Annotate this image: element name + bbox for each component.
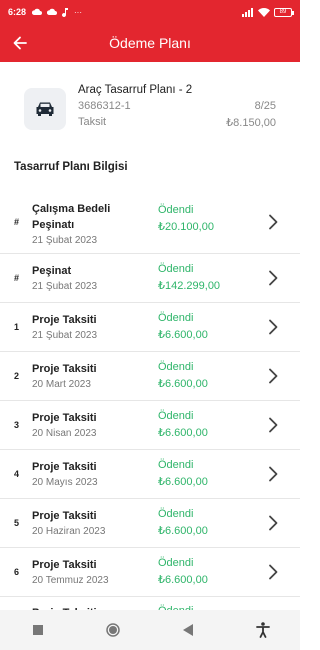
chevron-right-icon xyxy=(268,303,278,351)
accessibility-icon xyxy=(255,622,270,638)
plan-info: Araç Tasarruf Planı - 2 3686312-1 8/25 T… xyxy=(78,84,276,136)
chevron-right-icon xyxy=(268,190,278,253)
row-date: 20 Mayıs 2023 xyxy=(32,477,98,488)
car-avatar xyxy=(24,88,66,130)
signal-icon xyxy=(242,7,253,17)
app-bar: Ödeme Planı xyxy=(0,24,300,62)
row-name: Peşinat xyxy=(32,265,72,277)
plan-name: Araç Tasarruf Planı - 2 xyxy=(78,84,193,96)
system-nav-bar xyxy=(0,610,300,650)
status-bar: 6:28 ··· 89 xyxy=(0,0,300,24)
payment-row[interactable]: 3 Proje Taksiti 20 Nisan 2023 Ödendi ₺6.60… xyxy=(0,401,300,450)
chevron-right-icon xyxy=(268,254,278,302)
more-notifications-icon: ··· xyxy=(74,7,83,17)
chevron-right-icon xyxy=(268,548,278,596)
row-name: Proje Taksiti xyxy=(32,559,97,571)
chevron-right-icon xyxy=(268,401,278,449)
payment-row[interactable]: 5 Proje Taksiti 20 Haziran 2023 Ödendi ₺6.… xyxy=(0,499,300,548)
row-status: Ödendi xyxy=(158,508,194,520)
row-amount: ₺20.100,00 xyxy=(158,221,214,233)
row-status: Ödendi xyxy=(158,361,194,373)
row-name: Çalışma Bedeli Peşinatı xyxy=(32,203,111,231)
cloud-icon xyxy=(47,8,58,15)
nav-home-button[interactable] xyxy=(98,615,128,645)
row-date: 21 Şubat 2023 xyxy=(32,281,98,292)
car-icon xyxy=(36,102,54,116)
cloud-icon xyxy=(32,8,43,15)
row-index: 3 xyxy=(14,420,20,430)
row-index: 6 xyxy=(14,567,20,577)
row-date: 20 Temmuz 2023 xyxy=(32,575,109,586)
row-name: Proje Taksiti xyxy=(32,363,97,375)
row-index: 2 xyxy=(14,371,20,381)
row-amount: ₺142.299,00 xyxy=(158,280,221,292)
row-status: Ödendi xyxy=(158,557,194,569)
wifi-icon xyxy=(258,7,270,17)
payment-row[interactable]: 4 Proje Taksiti 20 Mayıs 2023 Ödendi ₺6.60… xyxy=(0,450,300,499)
nav-home-icon xyxy=(105,623,120,637)
installment-amount: ₺8.150,00 xyxy=(226,117,276,129)
row-date: 20 Mart 2023 xyxy=(32,379,91,390)
chevron-right-icon xyxy=(268,450,278,498)
row-status: Ödendi xyxy=(158,263,194,275)
payment-row[interactable]: # Çalışma Bedeli Peşinatı 21 Şubat 2023 Ö… xyxy=(0,190,300,254)
row-index: # xyxy=(14,216,20,227)
accessibility-button[interactable] xyxy=(248,615,278,645)
plan-installment-row: Taksit ₺8.150,00 xyxy=(78,116,276,129)
row-amount: ₺6.600,00 xyxy=(158,525,208,537)
back-arrow-icon xyxy=(13,36,27,50)
notification-icons: ··· xyxy=(32,7,83,17)
payment-row[interactable]: 1 Proje Taksiti 21 Şubat 2023 Ödendi ₺6.60… xyxy=(0,303,300,352)
row-status: Ödendi xyxy=(158,312,194,324)
payment-row[interactable]: 2 Proje Taksiti 20 Mart 2023 Ödendi ₺6.600… xyxy=(0,352,300,401)
row-index: 4 xyxy=(14,469,20,479)
row-status: Ödendi xyxy=(158,204,194,216)
row-status: Ödendi xyxy=(158,459,194,471)
system-icons: 89 xyxy=(242,7,294,17)
page-title: Ödeme Planı xyxy=(109,35,191,51)
row-amount: ₺6.600,00 xyxy=(158,329,208,341)
payment-row[interactable]: # Peşinat 21 Şubat 2023 Ödendi ₺142.299,00 xyxy=(0,254,300,303)
row-index: 1 xyxy=(14,322,20,332)
back-button[interactable] xyxy=(0,24,40,62)
nav-recents-button[interactable] xyxy=(23,615,53,645)
section-title: Tasarruf Planı Bilgisi xyxy=(14,161,128,173)
row-index: # xyxy=(14,273,20,283)
music-note-icon xyxy=(62,7,69,17)
battery-icon: 89 xyxy=(274,7,294,17)
row-amount: ₺6.600,00 xyxy=(158,427,208,439)
row-date: 20 Haziran 2023 xyxy=(32,526,106,537)
nav-back-button[interactable] xyxy=(173,615,203,645)
plan-contract-row: 3686312-1 8/25 xyxy=(78,100,276,112)
contract-number: 3686312-1 xyxy=(78,100,131,112)
nav-back-icon xyxy=(182,624,193,636)
payment-row[interactable]: 6 Proje Taksiti 20 Temmuz 2023 Ödendi ₺6.6… xyxy=(0,548,300,597)
payment-list: # Çalışma Bedeli Peşinatı 21 Şubat 2023 Ö… xyxy=(0,190,300,627)
row-name: Proje Taksiti xyxy=(32,412,97,424)
row-index: 5 xyxy=(14,518,20,528)
nav-recents-icon xyxy=(32,625,43,635)
row-date: 21 Şubat 2023 xyxy=(32,235,98,246)
row-name: Proje Taksiti xyxy=(32,461,97,473)
row-date: 20 Nisan 2023 xyxy=(32,428,97,439)
status-time: 6:28 xyxy=(8,7,27,17)
row-date: 21 Şubat 2023 xyxy=(32,330,98,341)
row-amount: ₺6.600,00 xyxy=(158,378,208,390)
installment-label: Taksit xyxy=(78,116,107,128)
row-amount: ₺6.600,00 xyxy=(158,476,208,488)
chevron-right-icon xyxy=(268,352,278,400)
row-amount: ₺6.600,00 xyxy=(158,574,208,586)
chevron-right-icon xyxy=(268,499,278,547)
plan-summary-card: Araç Tasarruf Planı - 2 3686312-1 8/25 T… xyxy=(24,84,276,136)
row-status: Ödendi xyxy=(158,410,194,422)
row-name: Proje Taksiti xyxy=(32,510,97,522)
installment-progress: 8/25 xyxy=(254,100,276,112)
row-name: Proje Taksiti xyxy=(32,314,97,326)
